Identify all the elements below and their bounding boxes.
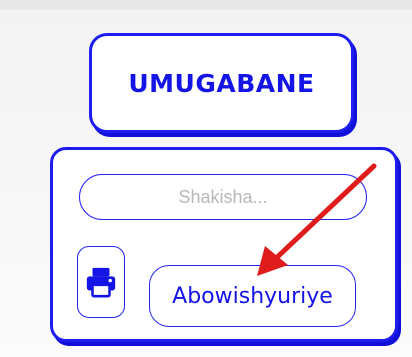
- print-button[interactable]: [77, 246, 125, 318]
- control-panel: Abowishyuriye: [50, 147, 398, 342]
- brand-box: UMUGABANE: [89, 33, 354, 133]
- subscribe-button[interactable]: Abowishyuriye: [149, 265, 356, 327]
- print-icon: [86, 267, 116, 298]
- search-input[interactable]: [79, 174, 367, 220]
- top-bar: [0, 0, 412, 10]
- page-title: UMUGABANE: [128, 68, 315, 98]
